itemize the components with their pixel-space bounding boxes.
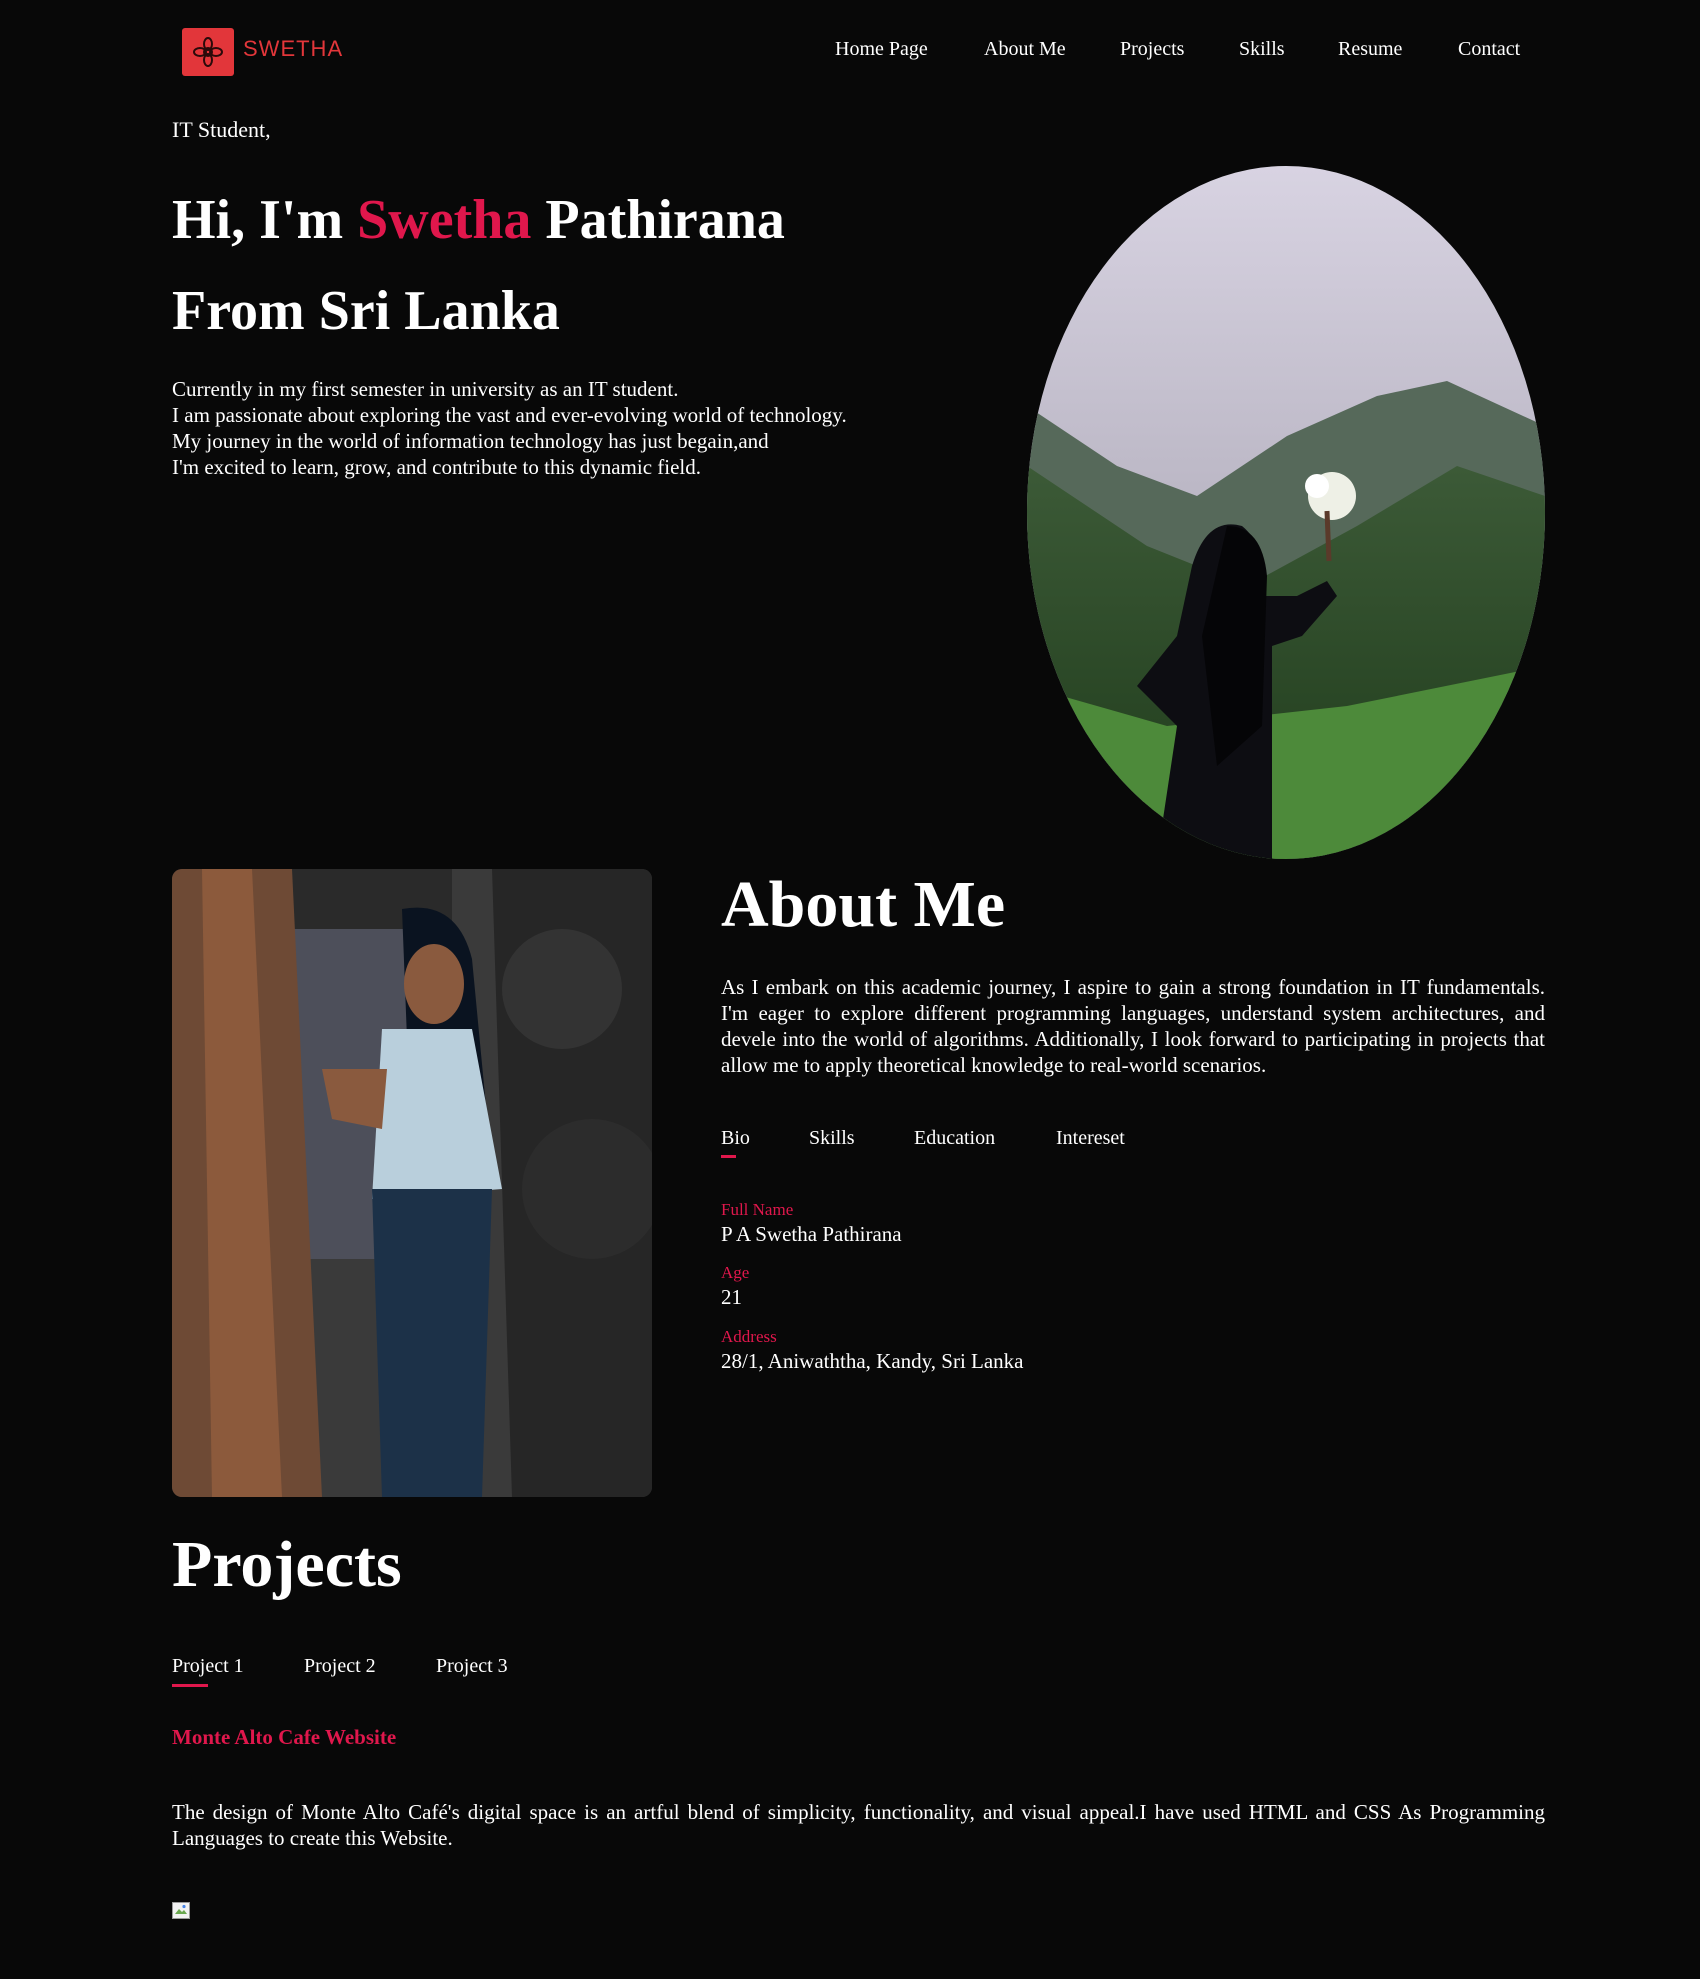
tab-project-2[interactable]: Project 2 (304, 1655, 376, 1678)
tab-bio-underline (721, 1155, 736, 1158)
hero-desc-line: I'm excited to learn, grow, and contribu… (172, 455, 702, 479)
tab-project-1-underline (172, 1684, 208, 1687)
hero-title-pre: Hi, I'm (172, 189, 358, 251)
project-name: Monte Alto Cafe Website (172, 1725, 397, 1749)
field-value-address: 28/1, Aniwaththa, Kandy, Sri Lanka (721, 1349, 1024, 1373)
hero-desc-line: My journey in the world of information t… (172, 429, 769, 453)
hero-photo (1027, 166, 1545, 859)
hero-desc-line: I am passionate about exploring the vast… (172, 403, 847, 427)
logo-badge[interactable] (182, 28, 234, 76)
field-label-fullname: Full Name (721, 1200, 794, 1219)
hero-kicker: IT Student, (172, 117, 271, 142)
tab-education[interactable]: Education (914, 1127, 995, 1150)
hero-title-accent: Swetha (357, 189, 532, 251)
hero-subtitle: From Sri Lanka (172, 280, 560, 342)
nav-resume[interactable]: Resume (1338, 38, 1402, 61)
hero-title: Hi, I'm Swetha Pathirana (172, 192, 785, 248)
field-value-age: 21 (721, 1285, 742, 1309)
field-label-address: Address (721, 1327, 777, 1346)
portrait-photo (172, 869, 652, 1497)
project-description: The design of Monte Alto Café's digital … (172, 1800, 1545, 1850)
tab-project-3[interactable]: Project 3 (436, 1655, 508, 1678)
tab-project-1[interactable]: Project 1 (172, 1655, 244, 1678)
field-value-fullname: P A Swetha Pathirana (721, 1222, 902, 1246)
tab-interest[interactable]: Intereset (1056, 1127, 1125, 1150)
hero-title-post: Pathirana (531, 189, 785, 251)
nav-skills[interactable]: Skills (1239, 38, 1285, 61)
about-title: About Me (721, 868, 1006, 941)
nav-projects[interactable]: Projects (1120, 38, 1184, 61)
hero-desc-line: Currently in my first semester in univer… (172, 377, 679, 401)
nav-home[interactable]: Home Page (835, 38, 928, 61)
projects-title: Projects (172, 1528, 402, 1601)
about-text: As I embark on this academic journey, I … (721, 975, 1545, 1077)
hero-description: Currently in my first semester in univer… (172, 376, 932, 480)
nav-about[interactable]: About Me (984, 38, 1066, 61)
tab-bio[interactable]: Bio (721, 1127, 750, 1150)
tab-skills[interactable]: Skills (809, 1127, 855, 1150)
broken-image-icon (172, 1902, 190, 1919)
about-photo (172, 869, 652, 1497)
field-label-age: Age (721, 1263, 750, 1282)
logo-text[interactable]: SWETHA (243, 36, 343, 62)
flower-logo-icon (193, 37, 223, 67)
nav-contact[interactable]: Contact (1458, 38, 1520, 61)
mountain-photo (1027, 166, 1545, 859)
